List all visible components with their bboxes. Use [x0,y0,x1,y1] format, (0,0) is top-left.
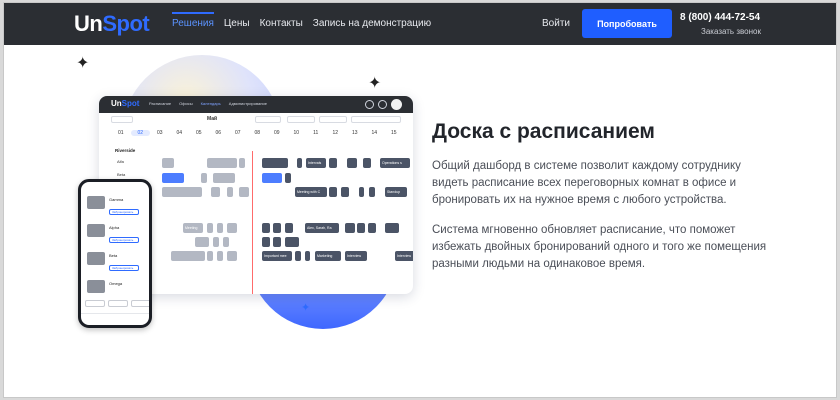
mobile-bottom-nav [81,313,149,325]
phone-number[interactable]: 8 (800) 444-72-54 [680,12,760,23]
unspot-logo[interactable]: UnSpot [74,11,150,37]
room-photo [87,224,105,237]
event-block [227,223,237,233]
event-block [213,173,235,183]
event-block [217,251,223,261]
event-block [213,237,219,247]
avatar [391,99,402,110]
event-block [285,237,299,247]
current-time-line [252,151,253,294]
event-block [329,158,337,168]
event-block [285,173,291,183]
event-block [211,187,220,197]
page-frame: UnSpot Решения Цены Контакты Запись на д… [3,2,837,398]
event-block [262,223,270,233]
event-block [295,251,301,261]
event-block [227,251,237,261]
room-photo [87,280,105,293]
event-block [262,237,270,247]
dashboard-topbar: UnSpot Расписание Офисы Календарь Админи… [99,96,413,113]
event-block [345,223,355,233]
event-block [217,223,223,233]
room-select [351,116,401,123]
event-block [385,223,399,233]
main-nav: Решения Цены Контакты Запись на демонстр… [172,12,441,29]
nav-item-prices[interactable]: Цены [224,18,250,29]
nav-item-contacts[interactable]: Контакты [260,18,303,29]
nav-item-demo[interactable]: Запись на демонстрацию [313,18,431,29]
day-strip: 01 02 03 04 05 06 07 08 09 10 11 12 13 1… [117,130,397,136]
callback-link[interactable]: Заказать звонок [701,27,761,36]
event-block [262,158,288,168]
event-block: Meeting with C [295,187,327,197]
try-button[interactable]: Попробовать [582,9,672,38]
login-link[interactable]: Войти [542,18,570,29]
event-block: Interview [395,251,413,261]
sparkle-icon: ✦ [301,302,311,314]
event-block [368,223,376,233]
event-block [273,237,281,247]
event-block: Meeting [183,223,203,233]
room-label: Beta [117,172,126,177]
dashboard-menu: Расписание Офисы Календарь Администриров… [149,101,267,106]
mobile-room-card: Beta Забронировать [87,250,145,276]
filter-select [255,116,281,123]
event-block [162,173,184,183]
event-block [341,187,349,197]
event-block [162,187,202,197]
event-block [171,251,205,261]
event-block [347,158,357,168]
event-block: Intervals [306,158,326,168]
feature-title: Доска с расписанием [432,120,655,143]
event-block [239,158,245,168]
dashboard-logo: UnSpot [111,99,140,108]
event-block [162,158,174,168]
event-block [239,187,249,197]
event-block: Operations s [380,158,410,168]
search-icon [365,100,374,109]
mobile-app-image: Gamma Забронировать Alpha Забронировать … [78,179,152,328]
event-block [285,223,293,233]
event-block [305,251,310,261]
feature-description: Общий дашборд в системе позволит каждому… [432,160,741,206]
event-block: Standup [385,187,407,197]
event-block [207,223,213,233]
event-block [359,187,364,197]
settings-icon [378,100,387,109]
location-label: Riverside [115,148,136,153]
event-block [329,187,337,197]
event-block [207,158,237,168]
mobile-filter-tabs [85,300,149,307]
event-block: Interview [345,251,367,261]
mobile-room-card: Gamma Забронировать [87,194,145,220]
event-block [357,223,365,233]
month-label: Май [207,116,218,122]
event-block [363,158,371,168]
feature-description: Система мгновенно обновляет расписание, … [432,224,767,270]
time-select [319,116,347,123]
sparkle-icon: ✦ [76,55,90,72]
today-button [111,116,133,123]
room-label: Alfa [117,159,124,164]
top-navbar: UnSpot Решения Цены Контакты Запись на д… [4,3,836,45]
nav-item-solutions[interactable]: Решения [172,12,214,29]
sparkle-icon: ✦ [368,75,382,92]
mobile-room-card: Alpha Забронировать [87,222,145,248]
time-select [287,116,315,123]
event-block [201,173,207,183]
event-block [262,173,282,183]
event-block [195,237,209,247]
event-block: Important mee [262,251,292,261]
event-block [227,187,233,197]
event-block: Alex, Sarah, Ra [305,223,339,233]
room-photo [87,252,105,265]
event-block [297,158,302,168]
event-block: Marketing [315,251,341,261]
event-block [273,223,281,233]
event-block [223,237,229,247]
event-block [369,187,375,197]
room-photo [87,196,105,209]
event-block [207,251,213,261]
